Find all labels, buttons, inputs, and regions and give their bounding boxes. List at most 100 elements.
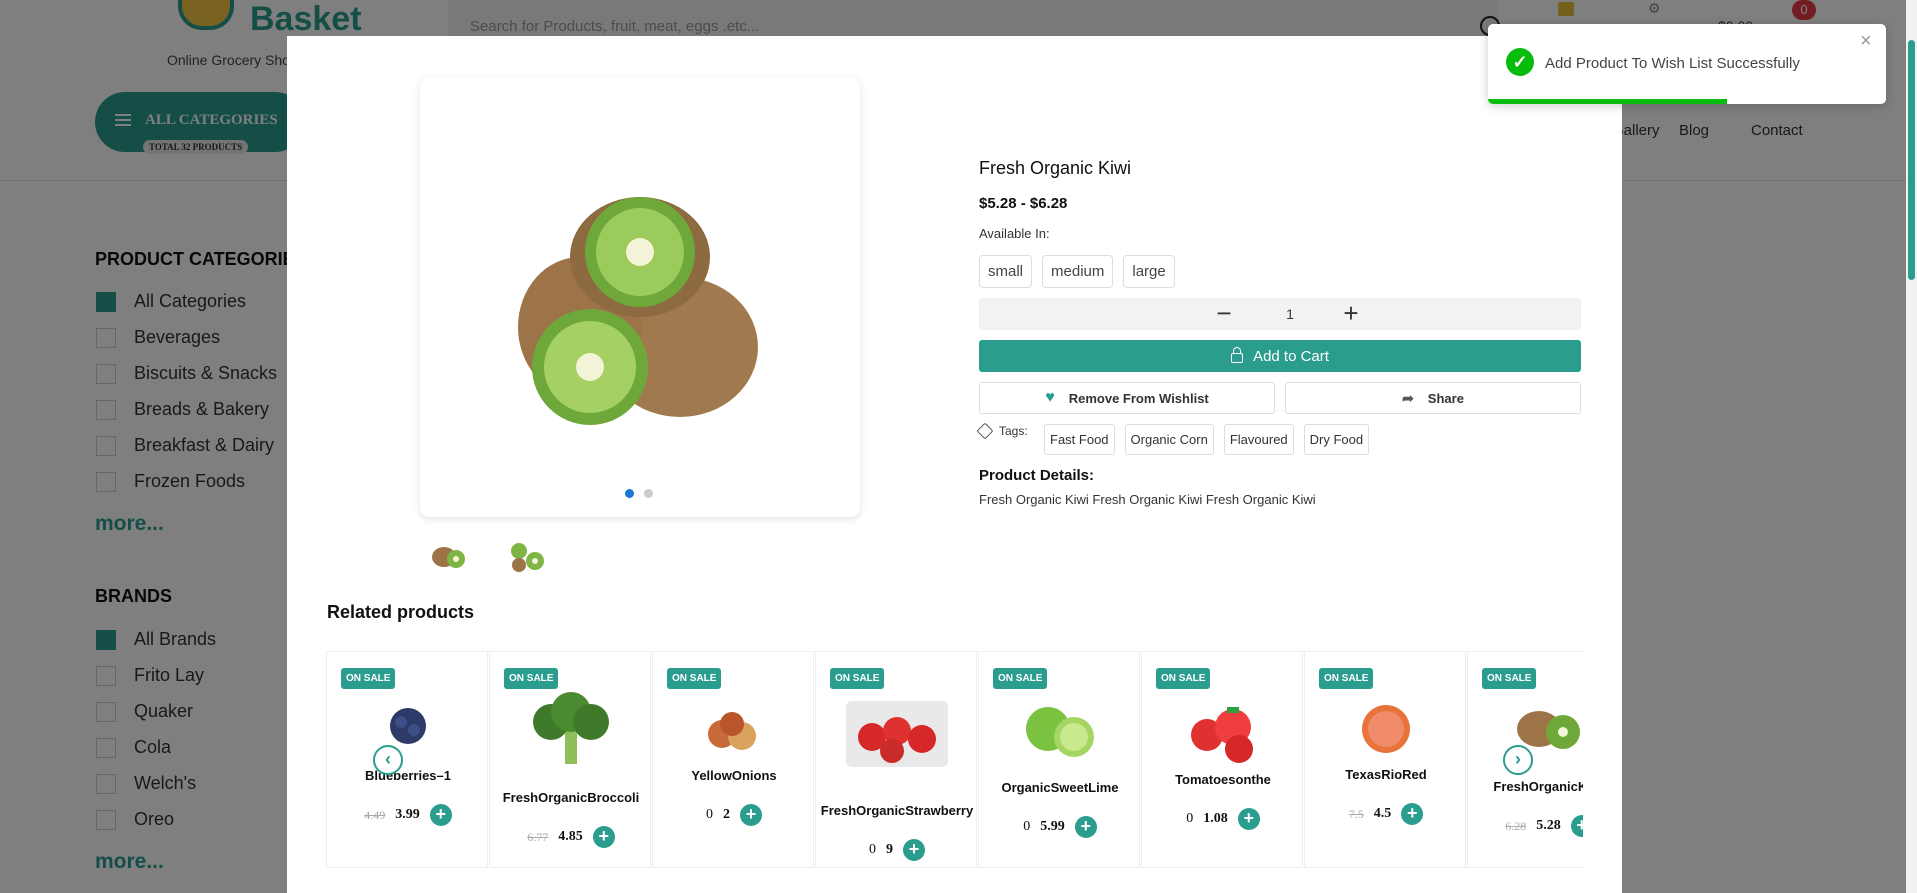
toast-progress-bar bbox=[1488, 99, 1727, 104]
quantity-stepper: − 1 + bbox=[979, 298, 1581, 330]
add-to-cart-plus-button[interactable]: + bbox=[1074, 816, 1097, 838]
tag-chip[interactable]: Fast Food bbox=[1044, 424, 1115, 455]
product-name[interactable]: FreshOrganicStrawberry bbox=[816, 803, 978, 818]
add-to-cart-plus-button[interactable]: + bbox=[429, 804, 452, 826]
size-option[interactable]: small bbox=[979, 255, 1033, 288]
product-name[interactable]: FreshOrganicKiwi bbox=[1468, 779, 1583, 794]
price-row: 7.5 4.5 + bbox=[1305, 803, 1467, 825]
product-image[interactable] bbox=[979, 697, 1141, 767]
add-to-cart-plus-button[interactable]: + bbox=[1570, 815, 1583, 837]
on-sale-badge: ON SALE bbox=[341, 668, 396, 689]
product-image[interactable] bbox=[490, 684, 652, 768]
chevron-right-icon: › bbox=[1515, 749, 1521, 769]
size-options: small medium large bbox=[979, 255, 1175, 288]
price-row: 0 2 + bbox=[653, 804, 815, 826]
sale-price: 9 bbox=[886, 842, 893, 857]
add-to-cart-plus-button[interactable]: + bbox=[740, 804, 762, 826]
lime-icon bbox=[1026, 707, 1094, 757]
size-option[interactable]: medium bbox=[1042, 255, 1114, 288]
on-sale-badge: ON SALE bbox=[667, 668, 722, 689]
price-row: 4.49 3.99 + bbox=[327, 804, 489, 826]
product-price: $5.28 - $6.28 bbox=[979, 195, 1068, 212]
add-to-cart-button[interactable]: Add to Cart bbox=[979, 340, 1581, 372]
product-image[interactable] bbox=[653, 702, 815, 756]
on-sale-badge: ON SALE bbox=[993, 668, 1048, 689]
close-icon[interactable]: × bbox=[1860, 30, 1872, 53]
price-row: 6.77 4.85 + bbox=[490, 826, 652, 848]
kiwi-thumbnail-icon bbox=[432, 547, 465, 568]
quantity-value[interactable]: 1 bbox=[1275, 306, 1305, 322]
scrollbar-thumb[interactable] bbox=[1908, 40, 1915, 280]
tag-chip[interactable]: Flavoured bbox=[1223, 424, 1294, 455]
product-name[interactable]: Tomatoesonthe bbox=[1142, 772, 1304, 787]
product-thumbnail[interactable] bbox=[505, 535, 549, 579]
product-image[interactable] bbox=[1305, 702, 1467, 756]
on-sale-badge: ON SALE bbox=[830, 668, 885, 689]
carousel-next-button[interactable]: › bbox=[1503, 745, 1533, 775]
share-button[interactable]: ➦ Share bbox=[1285, 382, 1581, 414]
old-price: 6.77 bbox=[527, 829, 549, 844]
wishlist-label: Remove From Wishlist bbox=[1068, 390, 1209, 406]
carousel-dot[interactable] bbox=[625, 489, 634, 498]
tag-chip[interactable]: Dry Food bbox=[1303, 424, 1370, 455]
related-product-card[interactable]: ON SALE YellowOnions 0 2 + bbox=[652, 651, 814, 868]
sale-price: 2 bbox=[723, 807, 730, 822]
related-product-card[interactable]: ON SALE TexasRioRed 7.5 4.5 + bbox=[1304, 651, 1466, 868]
carousel-prev-button[interactable]: ‹ bbox=[373, 745, 403, 775]
price-row: 6.28 5.28 + bbox=[1468, 815, 1583, 837]
add-to-cart-plus-button[interactable]: + bbox=[903, 839, 925, 861]
strawberry-icon bbox=[846, 701, 948, 767]
product-image[interactable] bbox=[816, 697, 978, 771]
sale-price: 4.85 bbox=[558, 829, 583, 844]
carousel-dots bbox=[625, 489, 653, 498]
old-price: 0 bbox=[706, 807, 713, 822]
tomato-icon bbox=[1191, 707, 1253, 763]
price-row: 0 1.08 + bbox=[1142, 808, 1304, 830]
related-products-carousel: ON SALE Blueberries–1 4.49 3.99 + ON SALE … bbox=[326, 651, 1583, 871]
share-label: Share bbox=[1427, 390, 1464, 406]
product-thumbnail[interactable] bbox=[428, 535, 472, 579]
related-product-card[interactable]: ON SALE FreshOrganicBroccoli 6.77 4.85 + bbox=[489, 651, 651, 868]
related-product-card[interactable]: ON SALE Blueberries–1 4.49 3.99 + bbox=[326, 651, 488, 868]
old-price: 0 bbox=[1023, 819, 1031, 834]
decrease-quantity-button[interactable]: − bbox=[1209, 298, 1239, 330]
old-price: 7.5 bbox=[1348, 806, 1364, 821]
toast-message: Add Product To Wish List Successfully bbox=[1545, 55, 1800, 72]
product-image[interactable] bbox=[327, 704, 489, 748]
related-product-card[interactable]: ON SALE FreshOrganicStrawberry 0 9 + bbox=[815, 651, 977, 868]
product-name[interactable]: FreshOrganicBroccoli bbox=[490, 790, 652, 805]
tags-label: Tags: bbox=[976, 422, 1028, 440]
add-to-cart-plus-button[interactable]: + bbox=[592, 826, 615, 848]
product-image[interactable] bbox=[1142, 697, 1304, 767]
add-to-cart-plus-button[interactable]: + bbox=[1401, 803, 1424, 825]
blueberry-icon bbox=[390, 708, 426, 744]
product-name[interactable]: TexasRioRed bbox=[1305, 767, 1467, 782]
product-name[interactable]: Blueberries–1 bbox=[327, 768, 489, 783]
product-name[interactable]: YellowOnions bbox=[653, 768, 815, 783]
sale-price: 5.28 bbox=[1536, 818, 1561, 833]
price-row: 0 5.99 + bbox=[979, 816, 1141, 838]
on-sale-badge: ON SALE bbox=[1319, 668, 1374, 689]
related-products-title: Related products bbox=[327, 602, 475, 622]
remove-from-wishlist-button[interactable]: ♥ Remove From Wishlist bbox=[979, 382, 1275, 414]
success-toast[interactable]: ✓ Add Product To Wish List Successfully … bbox=[1488, 24, 1886, 104]
on-sale-badge: ON SALE bbox=[1156, 668, 1211, 689]
add-to-cart-plus-button[interactable]: + bbox=[1237, 808, 1260, 830]
tags-label-text: Tags: bbox=[999, 424, 1028, 438]
related-product-card[interactable]: ON SALE OrganicSweetLime 0 5.99 + bbox=[978, 651, 1140, 868]
old-price: 6.28 bbox=[1505, 818, 1527, 833]
heart-icon: ♥ bbox=[1045, 389, 1055, 406]
kiwi-image bbox=[518, 197, 758, 425]
increase-quantity-button[interactable]: + bbox=[1336, 298, 1366, 330]
kiwi-thumbnail-icon bbox=[511, 543, 544, 572]
related-product-card[interactable]: ON SALE Tomatoesonthe 0 1.08 + bbox=[1141, 651, 1303, 868]
size-option[interactable]: large bbox=[1123, 255, 1175, 288]
old-price: 0 bbox=[1186, 811, 1194, 826]
broccoli-icon bbox=[533, 692, 609, 764]
product-main-image[interactable] bbox=[420, 77, 860, 517]
available-in-label: Available In: bbox=[979, 226, 1050, 241]
tag-chip[interactable]: Organic Corn bbox=[1124, 424, 1214, 455]
product-name[interactable]: OrganicSweetLime bbox=[979, 780, 1141, 795]
product-details-title: Product Details: bbox=[979, 467, 1095, 484]
carousel-dot[interactable] bbox=[644, 489, 653, 498]
